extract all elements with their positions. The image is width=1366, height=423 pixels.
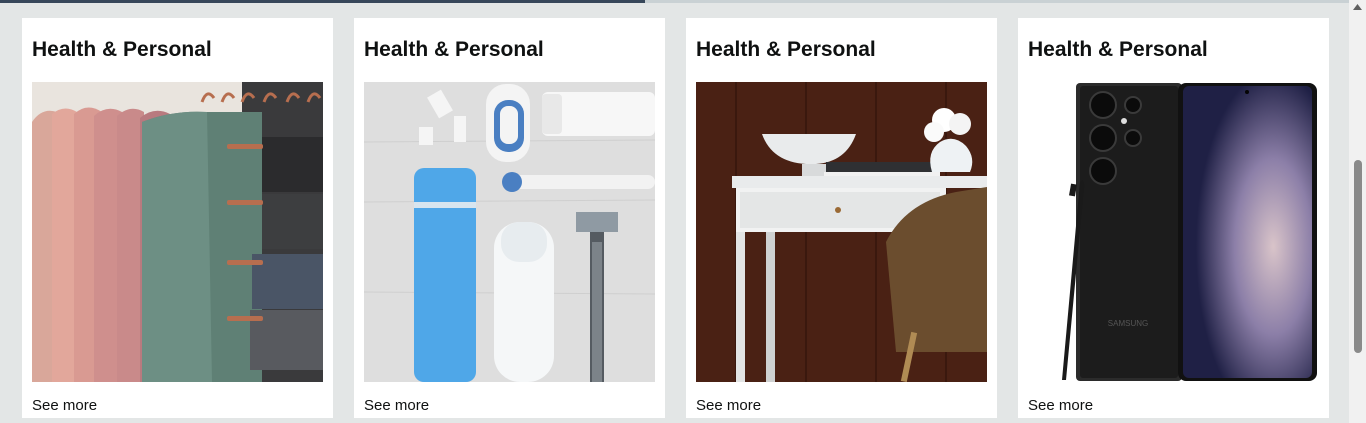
top-strip-accent: [0, 0, 645, 3]
card-title: Health & Personal: [32, 38, 212, 61]
category-card: Health & Personal See more: [354, 18, 665, 418]
scroll-up-arrow-icon[interactable]: [1349, 0, 1366, 14]
see-more-link[interactable]: See more: [1028, 397, 1093, 414]
category-card: Health & Personal See more: [686, 18, 997, 418]
toiletries-image[interactable]: [364, 82, 655, 382]
phone-brand: SAMSUNG: [1108, 319, 1148, 328]
see-more-link[interactable]: See more: [696, 397, 761, 414]
desk-image[interactable]: [696, 82, 987, 382]
scrollbar-thumb[interactable]: [1354, 160, 1362, 353]
see-more-link[interactable]: See more: [32, 397, 97, 414]
category-card: Health & Personal See more: [22, 18, 333, 418]
vertical-scrollbar[interactable]: [1349, 0, 1366, 423]
category-card: Health & Personal SAMSUNG See more: [1018, 18, 1329, 418]
hanging-scarves-image[interactable]: [32, 82, 323, 382]
card-title: Health & Personal: [1028, 38, 1208, 61]
see-more-link[interactable]: See more: [364, 397, 429, 414]
card-title: Health & Personal: [696, 38, 876, 61]
smartphone-image[interactable]: SAMSUNG: [1028, 82, 1319, 382]
card-title: Health & Personal: [364, 38, 544, 61]
